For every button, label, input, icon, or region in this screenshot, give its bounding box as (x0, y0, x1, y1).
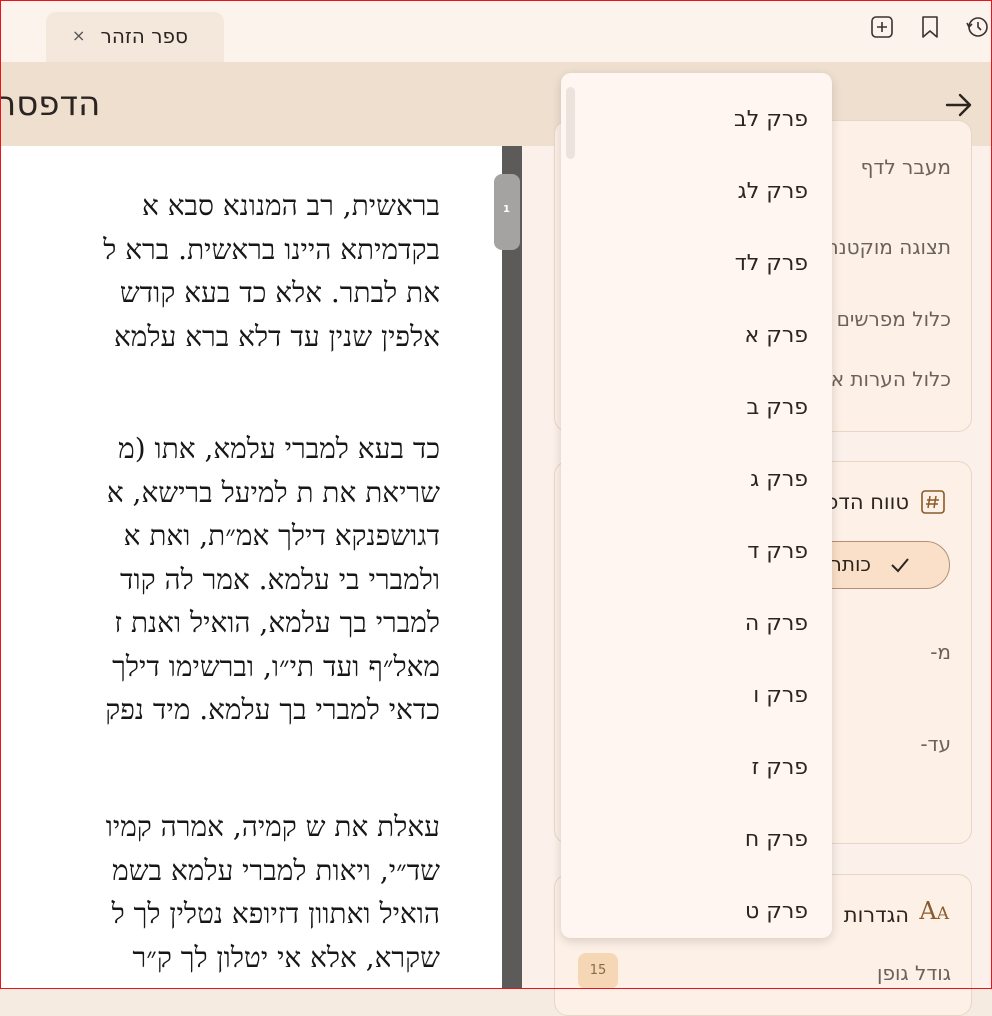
dropdown-item[interactable]: פרק ט (745, 899, 808, 924)
text-line: את לבתר. אלא כד בעא קודש (119, 276, 440, 309)
dropdown-item[interactable]: פרק ז (752, 755, 808, 780)
page-title: הדפסה (0, 84, 101, 124)
dropdown-item[interactable]: פרק ג (750, 467, 808, 492)
text-line: למברי בך עלמא, הואיל ואנת ז (114, 606, 440, 639)
dropdown-item[interactable]: פרק לג (738, 179, 808, 204)
page-indicator: 1 (503, 204, 510, 215)
tab-book[interactable]: ספר הזהר × (46, 12, 224, 62)
font-size-value[interactable]: 15 (578, 953, 618, 989)
history-icon[interactable] (964, 14, 990, 40)
text-line: בקדמיתא היינו בראשית. ברא ל (103, 232, 440, 266)
text-line: שד״י, ויאות למברי עלמא בשמ (112, 853, 440, 887)
option-compact-view[interactable]: תצוגה מוקטנת (826, 235, 951, 259)
text-line: הואיל ואתוון דזיופא נטלין לך ל (111, 897, 440, 930)
check-icon (891, 558, 909, 573)
dropdown-item[interactable]: פרק ה (745, 611, 808, 636)
text-line: מאל״ף ועד תי״ו, וברשימו דילך (112, 649, 440, 683)
paragraph: כד בעא למברי עלמא, אתו (מ שריאת את ת למי… (105, 427, 440, 732)
text-line: כד בעא למברי עלמא, אתו (מ (118, 432, 440, 465)
preview-scrollbar-track (502, 146, 522, 989)
option-include-commentaries[interactable]: כלול מפרשים (837, 307, 951, 331)
bookmark-icon[interactable] (917, 14, 943, 40)
tab-title: ספר הזהר (100, 24, 188, 48)
arrow-right-icon[interactable] (944, 90, 974, 120)
text-line: שריאת את ת למיעל ברישא, א (106, 475, 440, 509)
dropdown-scrollbar[interactable] (566, 87, 575, 159)
settings-title: הגדרות (843, 903, 909, 927)
from-label: מ- (930, 640, 951, 664)
add-tab-icon[interactable] (869, 14, 895, 40)
close-icon[interactable]: × (72, 26, 85, 45)
font-size-label: גודל גופן (877, 961, 951, 985)
preview-scrollbar-thumb[interactable]: 1 (494, 174, 520, 250)
text-line: שקרא, אלא אי יטלון לך ק״ר (132, 940, 441, 974)
text-line: ולמברי בי עלמא. אמר לה קוד (119, 562, 440, 596)
dropdown-item[interactable]: פרק לב (734, 107, 808, 132)
paragraph: עאלת את ש קמיה, אמרה קמיו שד״י, ויאות למ… (106, 805, 440, 979)
tab-strip: ספר הזהר × (0, 0, 992, 62)
option-include-notes[interactable]: כלול הערות א (831, 367, 951, 391)
print-preview: בראשית, רב המנונא סבא א בקדמיתא היינו בר… (0, 146, 502, 989)
text-line: דגושפנקא דילך אמ״ת, ואת א (123, 519, 440, 552)
text-line: כדאי למברי בך עלמא. מיד נפק (105, 693, 440, 726)
dropdown-item[interactable]: פרק ב (747, 395, 808, 420)
paragraph: בראשית, רב המנונא סבא א בקדמיתא היינו בר… (103, 184, 440, 358)
dropdown-item[interactable]: פרק א (745, 323, 808, 348)
dropdown-item[interactable]: פרק ו (753, 683, 808, 708)
option-page-break[interactable]: מעבר לדף (861, 155, 951, 179)
text-line: עאלת את ש קמיה, אמרה קמיו (105, 810, 440, 843)
dropdown-item[interactable]: פרק ח (745, 827, 808, 852)
hash-icon (921, 490, 945, 514)
font-settings-icon: AA (919, 897, 949, 925)
chapter-dropdown: פרק לב פרק לג פרק לד פרק א פרק ב פרק ג פ… (561, 73, 832, 938)
dropdown-item[interactable]: פרק ד (747, 539, 808, 564)
to-label: עד- (920, 732, 951, 756)
text-line: בראשית, רב המנונא סבא א (142, 189, 440, 222)
text-line: אלפין שנין עד דלא ברא עלמא (113, 319, 440, 353)
dropdown-item[interactable]: פרק לד (735, 251, 808, 276)
